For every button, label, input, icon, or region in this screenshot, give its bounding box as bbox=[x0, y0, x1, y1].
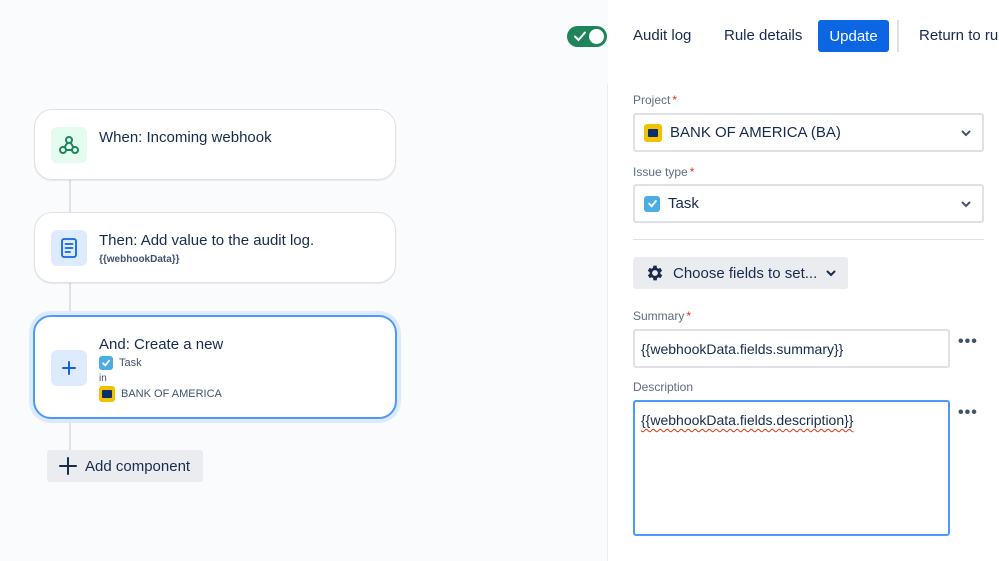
plus-icon bbox=[51, 350, 87, 386]
summary-input[interactable]: {{webhookData.fields.summary}} bbox=[633, 329, 950, 368]
description-textarea[interactable]: {{webhookData.fields.description}} bbox=[633, 400, 950, 536]
toggle-knob bbox=[589, 29, 604, 44]
task-icon bbox=[644, 195, 660, 212]
update-button[interactable]: Update bbox=[818, 20, 889, 52]
section-divider bbox=[633, 239, 984, 240]
chevron-down-icon bbox=[826, 270, 836, 277]
issue-type-select-value: Task bbox=[668, 195, 699, 212]
choose-fields-button[interactable]: Choose fields to set... bbox=[633, 257, 848, 289]
automation-rule-editor: When: Incoming webhook Then: Add value t… bbox=[0, 0, 999, 561]
summary-field-label: Summary * bbox=[633, 309, 692, 323]
header-separator bbox=[897, 20, 899, 52]
rule-enabled-toggle[interactable] bbox=[567, 26, 607, 47]
project-row: BANK OF AMERICA bbox=[99, 386, 222, 402]
create-issue-action-card[interactable]: And: Create a new Task in BANK OF AMERIC… bbox=[33, 315, 397, 419]
rule-details-link[interactable]: Rule details bbox=[724, 27, 802, 44]
return-to-rules-link[interactable]: Return to rul bbox=[919, 27, 999, 44]
action-subtitle: {{webhookData}} bbox=[99, 254, 180, 265]
trigger-card[interactable]: When: Incoming webhook bbox=[34, 109, 396, 180]
issue-type-row: Task bbox=[99, 356, 142, 370]
project-select-value: BANK OF AMERICA (BA) bbox=[670, 124, 841, 141]
create-title: And: Create a new bbox=[99, 336, 224, 353]
chevron-down-icon bbox=[961, 201, 971, 208]
check-icon bbox=[574, 31, 586, 42]
issue-type-field-label: Issue type * bbox=[633, 165, 695, 179]
flow-connector bbox=[69, 179, 71, 212]
add-component-label: Add component bbox=[85, 457, 191, 475]
trigger-title: When: Incoming webhook bbox=[99, 129, 272, 146]
project-icon bbox=[644, 123, 662, 142]
summary-more-icon[interactable]: ••• bbox=[958, 333, 978, 351]
action-title: Then: Add value to the audit log. bbox=[99, 232, 315, 249]
description-field-label: Description bbox=[633, 380, 694, 394]
audit-log-action-card[interactable]: Then: Add value to the audit log. {{webh… bbox=[34, 212, 396, 283]
issue-type-label: Task bbox=[119, 357, 142, 369]
flow-connector bbox=[69, 419, 71, 450]
audit-log-link[interactable]: Audit log bbox=[633, 27, 691, 44]
document-icon bbox=[51, 230, 87, 266]
project-field-label: Project * bbox=[633, 93, 678, 107]
issue-type-select[interactable]: Task bbox=[633, 184, 984, 223]
description-more-icon[interactable]: ••• bbox=[958, 404, 978, 422]
panel-divider bbox=[607, 84, 608, 561]
project-label: BANK OF AMERICA bbox=[121, 388, 222, 400]
project-icon bbox=[99, 386, 115, 402]
choose-fields-label: Choose fields to set... bbox=[673, 264, 818, 282]
webhook-icon bbox=[51, 127, 87, 163]
plus-icon bbox=[59, 457, 77, 475]
add-component-button[interactable]: Add component bbox=[47, 450, 203, 482]
task-icon bbox=[99, 356, 113, 370]
flow-connector bbox=[69, 283, 71, 315]
rule-canvas: When: Incoming webhook Then: Add value t… bbox=[0, 0, 608, 561]
in-label: in bbox=[99, 373, 107, 384]
chevron-down-icon bbox=[961, 130, 971, 137]
description-value: {{webhookData.fields.description}} bbox=[641, 412, 854, 428]
gear-icon bbox=[647, 265, 663, 281]
project-select[interactable]: BANK OF AMERICA (BA) bbox=[633, 113, 984, 152]
